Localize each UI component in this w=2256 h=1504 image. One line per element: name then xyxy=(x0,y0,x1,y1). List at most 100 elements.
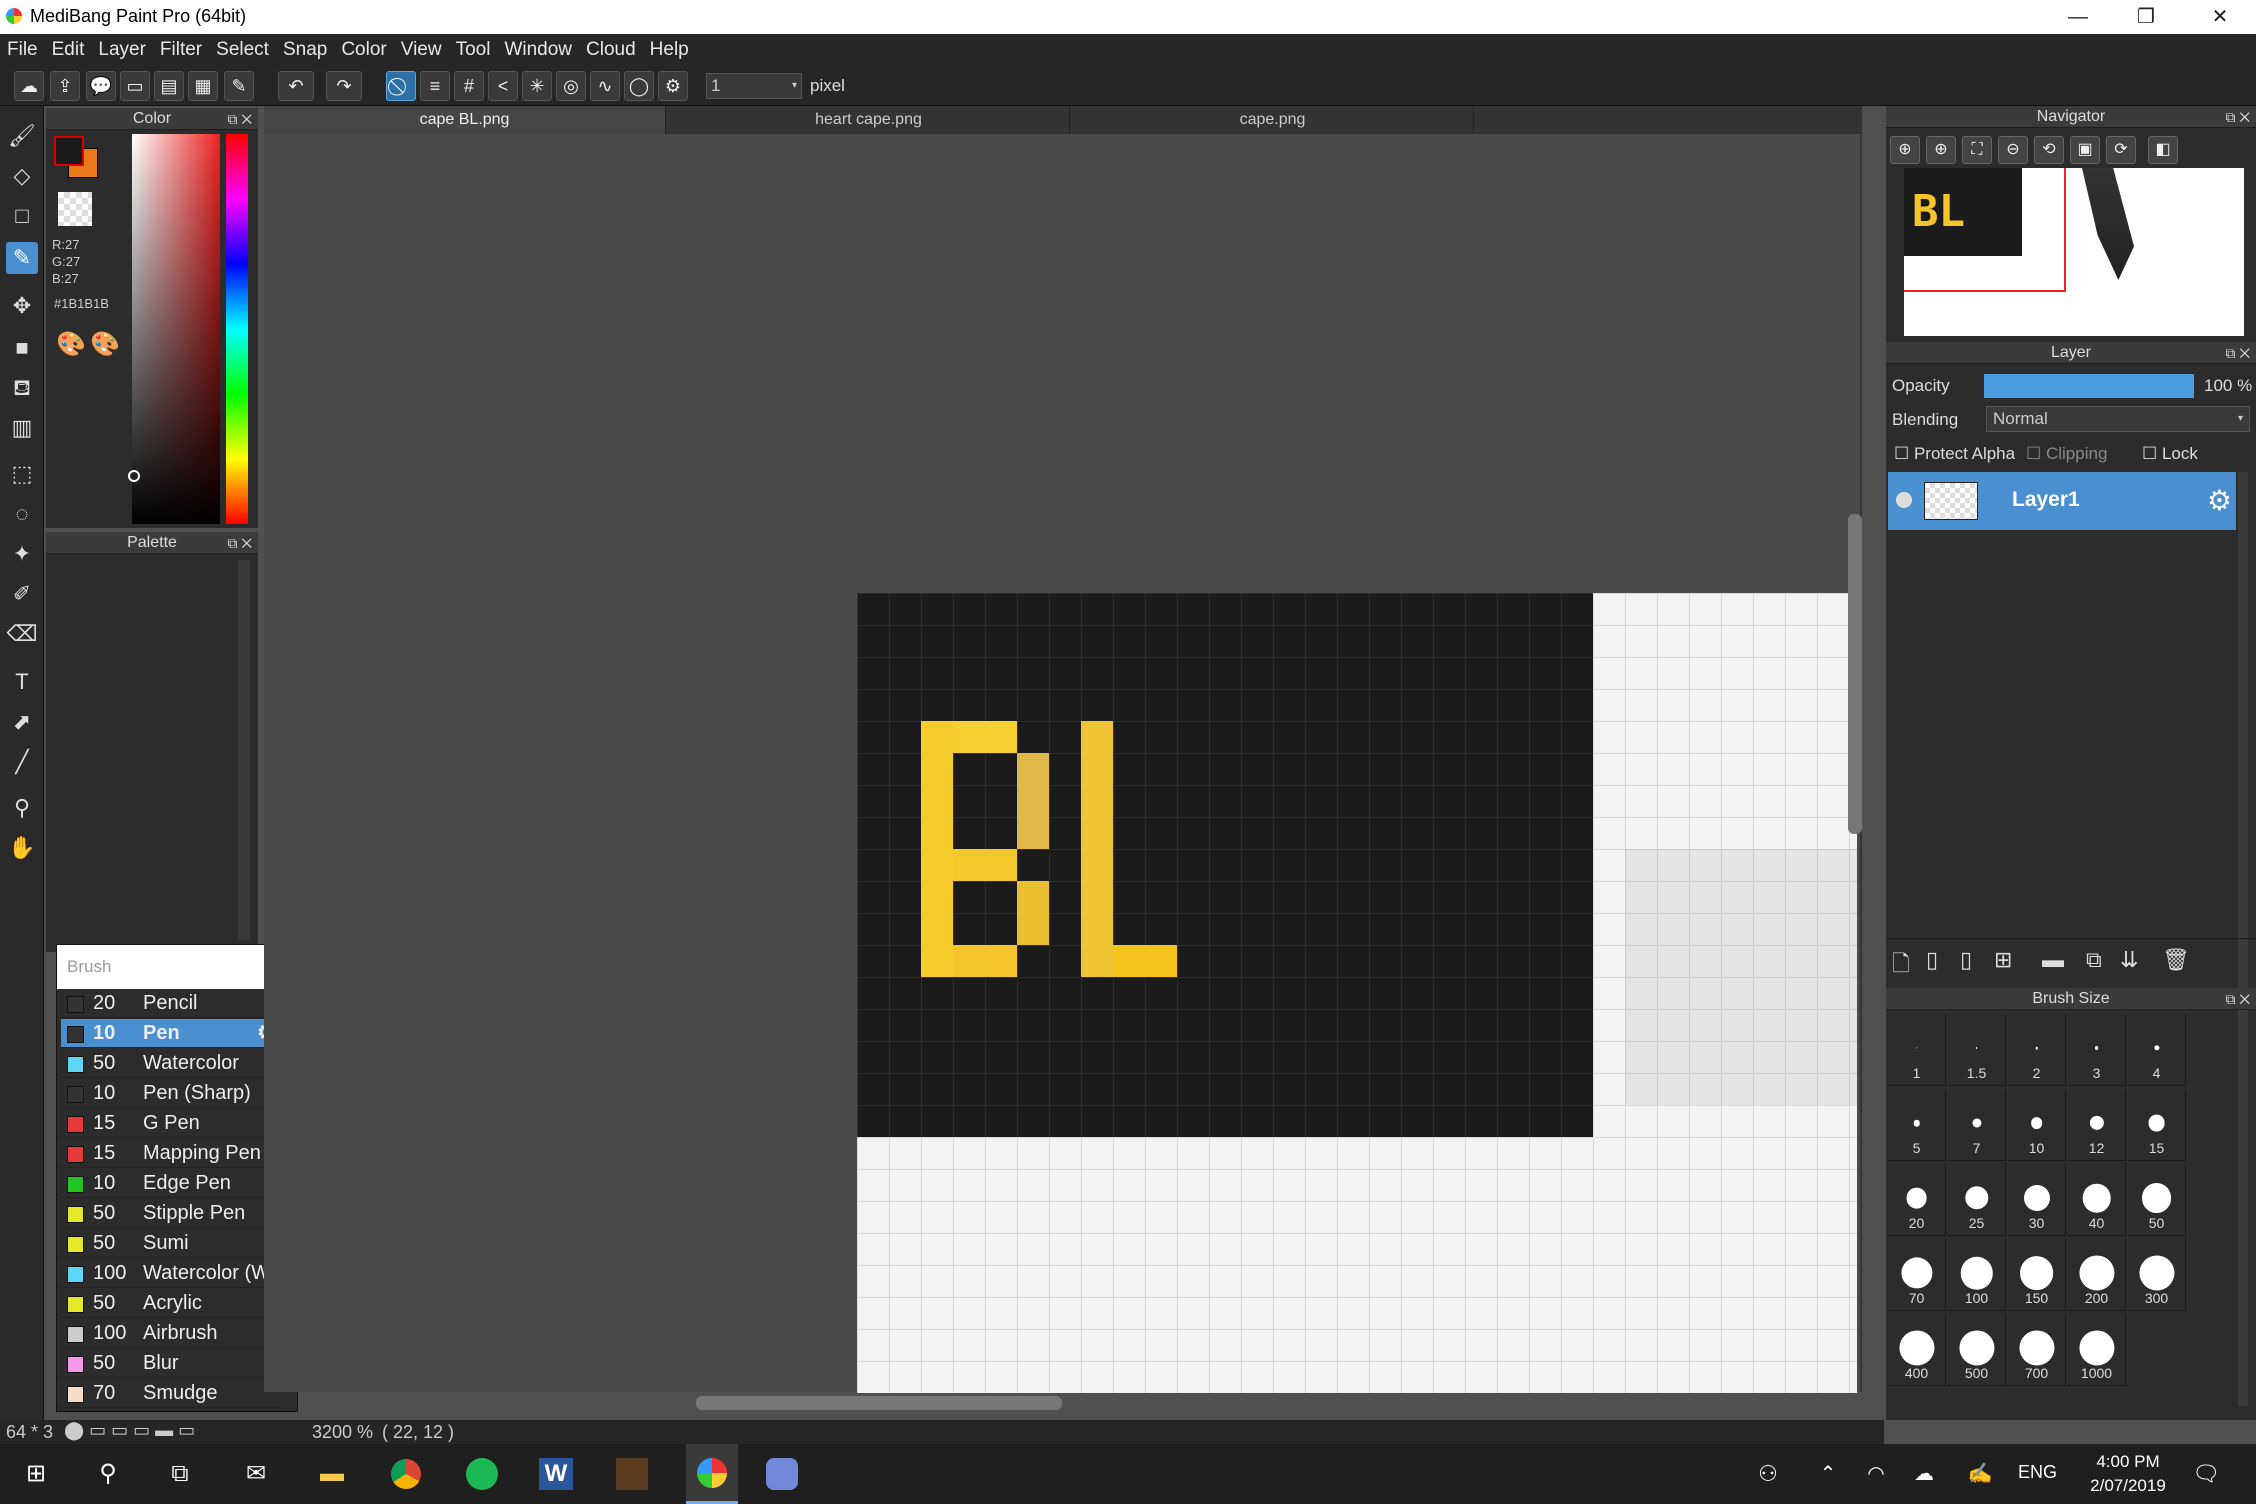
menu-help[interactable]: Help xyxy=(643,34,696,66)
parallel-snap-icon[interactable]: ≡ xyxy=(420,71,450,101)
magic-wand-icon[interactable]: ✦ xyxy=(6,538,38,570)
windows-start-icon[interactable]: ⊞ xyxy=(16,1454,56,1494)
eraser-tool-icon[interactable]: ◇ xyxy=(6,160,38,192)
speech-icon[interactable]: ▭ xyxy=(120,71,150,101)
select-eraser-icon[interactable]: ⌫ xyxy=(6,618,38,650)
status-icons[interactable]: ⬤ ▭ ▭ ▭ ▬ ▭ xyxy=(64,1420,195,1441)
brush-size-cell[interactable]: 100 xyxy=(1948,1239,2006,1311)
brush-size-cell[interactable]: 400 xyxy=(1888,1314,1946,1386)
word-icon[interactable]: W xyxy=(536,1454,576,1494)
snap-off-icon[interactable]: ⃠ xyxy=(386,71,416,101)
vertical-scrollbar[interactable] xyxy=(1848,514,1862,834)
saturation-value-picker[interactable] xyxy=(132,134,220,524)
redo-icon[interactable]: ↷ xyxy=(326,71,362,101)
brush-size-cell[interactable]: 1000 xyxy=(2068,1314,2126,1386)
close-button[interactable]: ✕ xyxy=(2186,0,2254,34)
brush-item[interactable]: 20 Pencil xyxy=(61,989,279,1018)
fit-window-icon[interactable]: ⛶ xyxy=(1962,136,1992,164)
opacity-slider[interactable] xyxy=(1984,374,2194,398)
hue-slider[interactable] xyxy=(226,134,248,524)
grid-snap-icon[interactable]: # xyxy=(454,71,484,101)
tab-heart-cape[interactable]: heart cape.png xyxy=(668,106,1070,134)
ellipse-snap-icon[interactable]: ◯ xyxy=(624,71,654,101)
close-icon[interactable]: ⧉ ✕ xyxy=(2225,988,2250,1010)
menu-window[interactable]: Window xyxy=(497,34,579,66)
bucket-tool-icon[interactable]: ⛾ xyxy=(6,372,38,404)
clipping-checkbox[interactable]: ☐ Clipping xyxy=(2026,444,2107,464)
brush-item[interactable]: 100 Airbrush xyxy=(61,1319,279,1348)
close-icon[interactable]: ⧉ ✕ xyxy=(2225,106,2250,128)
brush-item[interactable]: 50 Sumi xyxy=(61,1229,279,1258)
pen-tool-icon[interactable]: ✎ xyxy=(6,242,38,274)
brush-size-cell[interactable]: 30 xyxy=(2008,1164,2066,1236)
rotate-left-icon[interactable]: ⟲ xyxy=(2034,136,2064,164)
search-icon[interactable]: ⚲ xyxy=(88,1454,128,1494)
brush-size-cell[interactable]: 1.5 xyxy=(1948,1014,2006,1086)
menu-snap[interactable]: Snap xyxy=(276,34,334,66)
settings-icon[interactable]: ⚙ xyxy=(658,71,688,101)
discord-icon[interactable] xyxy=(762,1454,802,1494)
add-layer-icon[interactable]: ⊞ xyxy=(1994,947,2012,973)
brush-size-cell[interactable]: 70 xyxy=(1888,1239,1946,1311)
page-icon[interactable]: ▤ xyxy=(154,71,184,101)
divide-tool-icon[interactable]: ╱ xyxy=(6,746,38,778)
brush-size-cell[interactable]: 3 xyxy=(2068,1014,2126,1086)
menu-select[interactable]: Select xyxy=(209,34,276,66)
chrome-icon[interactable] xyxy=(386,1454,426,1494)
onedrive-icon[interactable]: ☁ xyxy=(1904,1454,1944,1494)
language-indicator[interactable]: ENG xyxy=(2018,1462,2057,1483)
protect-alpha-checkbox[interactable]: ☐ Protect Alpha xyxy=(1894,444,2015,464)
brush-item[interactable]: 15 Mapping Pen xyxy=(61,1139,279,1168)
brush-size-cell[interactable]: 2 xyxy=(2008,1014,2066,1086)
brush-size-cell[interactable]: 500 xyxy=(1948,1314,2006,1386)
restore-button[interactable]: ❐ xyxy=(2112,0,2180,34)
dot-tool-icon[interactable]: □ xyxy=(6,200,38,232)
wifi-icon[interactable]: ◠ xyxy=(1856,1454,1896,1494)
horizontal-scrollbar[interactable] xyxy=(696,1396,1062,1410)
brush-item[interactable]: 70 Smudge xyxy=(61,1379,279,1408)
brush-item-selected[interactable]: 10Pen⚙ xyxy=(61,1019,279,1048)
menu-view[interactable]: View xyxy=(394,34,449,66)
clock[interactable]: 4:00 PM 2/07/2019 xyxy=(2080,1450,2176,1498)
brush-size-cell[interactable]: 7 xyxy=(1948,1089,2006,1161)
menu-file[interactable]: File xyxy=(0,34,45,66)
menu-edit[interactable]: Edit xyxy=(45,34,92,66)
layout-icon[interactable]: ▦ xyxy=(188,71,218,101)
close-icon[interactable]: ⧉ ✕ xyxy=(227,108,252,130)
close-icon[interactable]: ⧉ ✕ xyxy=(2225,342,2250,364)
menu-tool[interactable]: Tool xyxy=(449,34,498,66)
curve-snap-icon[interactable]: ∿ xyxy=(590,71,620,101)
navigator-viewport[interactable] xyxy=(1904,168,2066,292)
select-pen-icon[interactable]: ✐ xyxy=(6,578,38,610)
palette-scrollbar[interactable] xyxy=(238,560,250,940)
menu-cloud[interactable]: Cloud xyxy=(579,34,643,66)
tab-cape[interactable]: cape.png xyxy=(1072,106,1474,134)
lock-checkbox[interactable]: ☐ Lock xyxy=(2142,444,2198,464)
zoom-out-icon[interactable]: ⊖ xyxy=(1998,136,2028,164)
color-set-icon[interactable]: 🎨 xyxy=(90,330,120,359)
file-explorer-icon[interactable]: ▬ xyxy=(312,1454,352,1494)
spotify-icon[interactable] xyxy=(462,1454,502,1494)
concentric-snap-icon[interactable]: ◎ xyxy=(556,71,586,101)
rect-select-icon[interactable]: ⬚ xyxy=(6,458,38,490)
menu-layer[interactable]: Layer xyxy=(91,34,153,66)
brush-size-cell[interactable]: 25 xyxy=(1948,1164,2006,1236)
minecraft-icon[interactable] xyxy=(612,1454,652,1494)
radial-snap-icon[interactable]: ✳ xyxy=(522,71,552,101)
flip-icon[interactable]: ◧ xyxy=(2148,136,2178,164)
hand-tool-icon[interactable]: ✋ xyxy=(6,832,38,864)
fill-rect-tool-icon[interactable]: ■ xyxy=(6,332,38,364)
brush-size-cell[interactable]: 200 xyxy=(2068,1239,2126,1311)
gear-icon[interactable]: ⚙ xyxy=(2207,484,2232,517)
brush-item[interactable]: 10 Edge Pen xyxy=(61,1169,279,1198)
brush-size-cell[interactable]: 10 xyxy=(2008,1089,2066,1161)
brush-item[interactable]: 50 Blur xyxy=(61,1349,279,1378)
edit-page-icon[interactable]: ✎ xyxy=(224,71,254,101)
brush-size-input[interactable]: 1 ▾ xyxy=(706,73,802,99)
operation-tool-icon[interactable]: ⬈ xyxy=(6,706,38,738)
close-icon[interactable]: ⧉ ✕ xyxy=(227,532,252,554)
brush-size-cell[interactable]: 20 xyxy=(1888,1164,1946,1236)
comment-icon[interactable]: 💬 xyxy=(86,71,116,101)
rotate-right-icon[interactable]: ⟳ xyxy=(2106,136,2136,164)
pen-icon[interactable]: ✍ xyxy=(1960,1454,2000,1494)
